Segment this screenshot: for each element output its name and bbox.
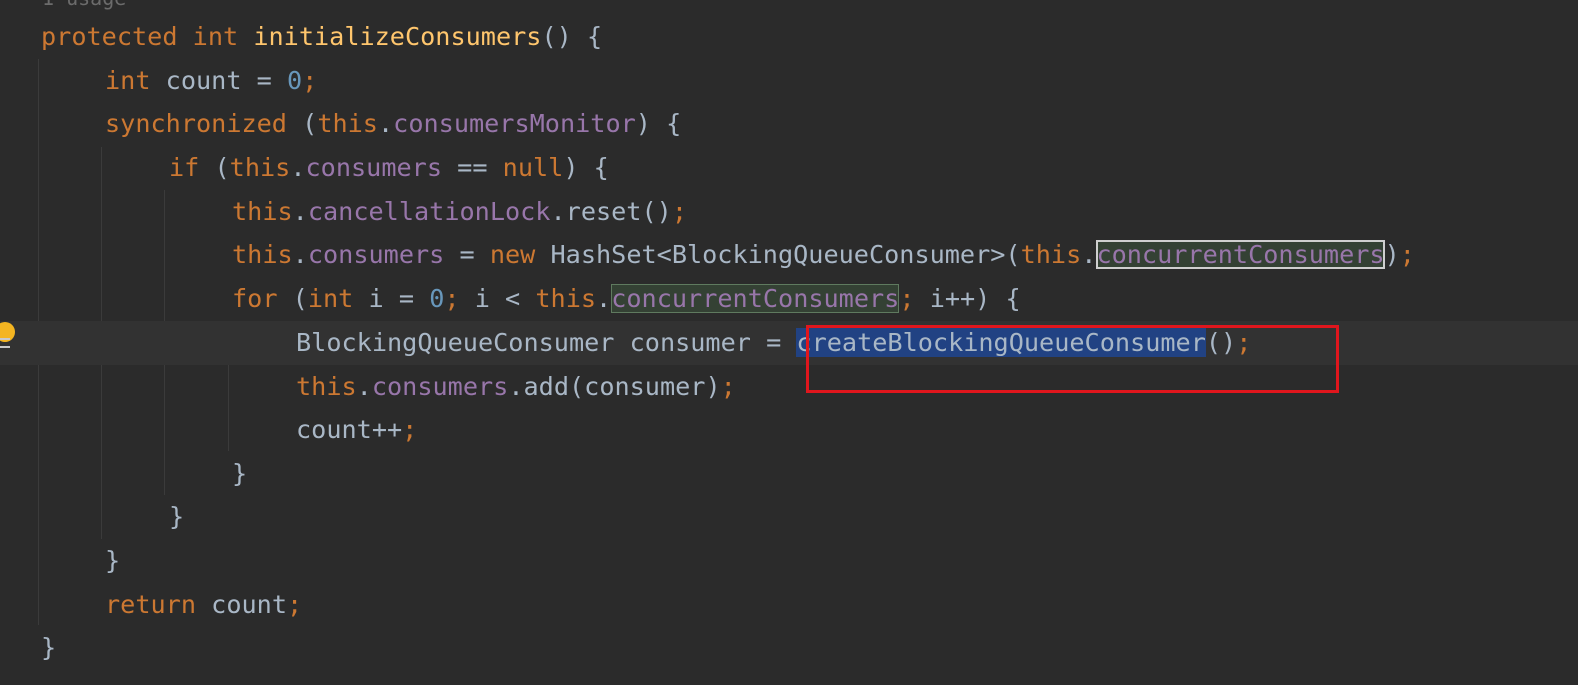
- code-text: return count;: [105, 583, 302, 627]
- code-token: (: [214, 153, 230, 182]
- code-token: this: [1020, 240, 1082, 269]
- code-text: }: [41, 626, 56, 670]
- code-token: this: [229, 153, 291, 182]
- code-token: consumersMonitor: [393, 109, 636, 138]
- code-token: int: [105, 66, 166, 95]
- code-token: 0: [429, 284, 445, 313]
- code-token: ) {: [635, 109, 682, 138]
- code-token: ;: [671, 197, 687, 226]
- code-token: () {: [541, 22, 603, 51]
- code-token: count =: [165, 66, 287, 95]
- code-token: ;: [444, 284, 475, 313]
- code-token: count: [211, 590, 287, 619]
- code-token: count++: [296, 415, 403, 444]
- code-token: ;: [286, 590, 303, 619]
- code-token: int: [192, 22, 254, 51]
- code-token: =: [444, 240, 490, 269]
- code-token: i <: [474, 284, 536, 313]
- code-token: .: [1081, 240, 1097, 269]
- code-text: }: [169, 495, 184, 539]
- code-text: count++;: [296, 408, 417, 452]
- code-token: initializeConsumers: [253, 22, 542, 51]
- code-token: ;: [302, 66, 318, 95]
- code-token: }: [232, 459, 248, 488]
- code-text: synchronized (this.consumersMonitor) {: [105, 102, 681, 146]
- code-token: 0: [287, 66, 303, 95]
- code-token: ;: [720, 372, 736, 401]
- code-token: this: [232, 197, 293, 226]
- code-token: .: [292, 197, 308, 226]
- code-token: .: [596, 284, 612, 313]
- code-line[interactable]: synchronized (this.consumersMonitor) {: [0, 102, 1578, 146]
- code-token: return: [105, 590, 212, 619]
- code-token: .reset(): [550, 197, 672, 226]
- code-token: ;: [899, 284, 930, 313]
- annotation-highlight-box: [806, 325, 1339, 393]
- code-token: for: [232, 284, 293, 313]
- code-token: ==: [442, 153, 503, 182]
- code-text: int count = 0;: [105, 59, 317, 103]
- code-token: int: [307, 284, 369, 313]
- code-token: ) {: [563, 153, 609, 182]
- code-token: concurrentConsumers: [1096, 240, 1385, 269]
- code-token: BlockingQueueConsumer consumer =: [296, 328, 797, 357]
- code-token: consumers: [305, 153, 442, 182]
- code-token: }: [169, 502, 185, 531]
- code-token: null: [502, 153, 564, 182]
- code-token: synchronized: [105, 109, 303, 138]
- code-line[interactable]: int count = 0;: [0, 59, 1578, 103]
- code-token: this: [535, 284, 597, 313]
- code-line[interactable]: protected int initializeConsumers() {: [0, 15, 1578, 59]
- code-line[interactable]: this.consumers.add(consumer);: [0, 365, 1578, 409]
- code-token: HashSet<BlockingQueueConsumer>(: [550, 240, 1021, 269]
- fold-marker-icon: [0, 338, 10, 348]
- code-token: cancellationLock: [307, 197, 551, 226]
- code-token: i =: [368, 284, 430, 313]
- code-token: ;: [402, 415, 418, 444]
- code-token: concurrentConsumers: [611, 284, 900, 313]
- code-line[interactable]: if (this.consumers == null) {: [0, 146, 1578, 190]
- code-text: }: [105, 539, 120, 583]
- code-line[interactable]: }: [0, 539, 1578, 583]
- code-line[interactable]: BlockingQueueConsumer consumer = createB…: [0, 321, 1578, 365]
- code-token: .: [290, 153, 306, 182]
- code-token: .: [377, 109, 394, 138]
- code-token: this: [317, 109, 378, 138]
- code-text: }: [232, 452, 247, 496]
- code-token: .add(consumer): [508, 372, 721, 401]
- code-line[interactable]: }: [0, 626, 1578, 670]
- code-token: ): [1384, 240, 1400, 269]
- code-text: protected int initializeConsumers() {: [41, 15, 602, 59]
- code-token: consumers: [307, 240, 445, 269]
- code-editor[interactable]: 1 usage protected int initializeConsumer…: [0, 0, 1578, 685]
- code-line[interactable]: return count;: [0, 583, 1578, 627]
- code-line[interactable]: this.cancellationLock.reset();: [0, 190, 1578, 234]
- code-line[interactable]: count++;: [0, 408, 1578, 452]
- code-token: }: [105, 546, 121, 575]
- code-text: for (int i = 0; i < this.concurrentConsu…: [232, 277, 1021, 321]
- code-line[interactable]: }: [0, 452, 1578, 496]
- code-text: if (this.consumers == null) {: [169, 146, 609, 190]
- code-token: ;: [1399, 240, 1415, 269]
- code-line[interactable]: }: [0, 495, 1578, 539]
- code-text: this.consumers.add(consumer);: [296, 365, 736, 409]
- code-text: this.cancellationLock.reset();: [232, 190, 687, 234]
- code-token: this: [232, 240, 293, 269]
- code-token: i++) {: [929, 284, 1021, 313]
- code-line[interactable]: this.consumers = new HashSet<BlockingQue…: [0, 233, 1578, 277]
- code-token: .: [356, 372, 372, 401]
- code-token: this: [296, 372, 357, 401]
- code-token: }: [41, 633, 57, 662]
- usage-hint[interactable]: 1 usage: [42, 0, 126, 10]
- code-token: (: [292, 284, 308, 313]
- code-text: this.consumers = new HashSet<BlockingQue…: [232, 233, 1415, 277]
- code-token: .: [292, 240, 308, 269]
- code-token: consumers: [371, 372, 509, 401]
- code-token: protected: [41, 22, 193, 51]
- code-token: new: [489, 240, 551, 269]
- code-token: if: [169, 153, 215, 182]
- code-token: (: [302, 109, 318, 138]
- code-line[interactable]: for (int i = 0; i < this.concurrentConsu…: [0, 277, 1578, 321]
